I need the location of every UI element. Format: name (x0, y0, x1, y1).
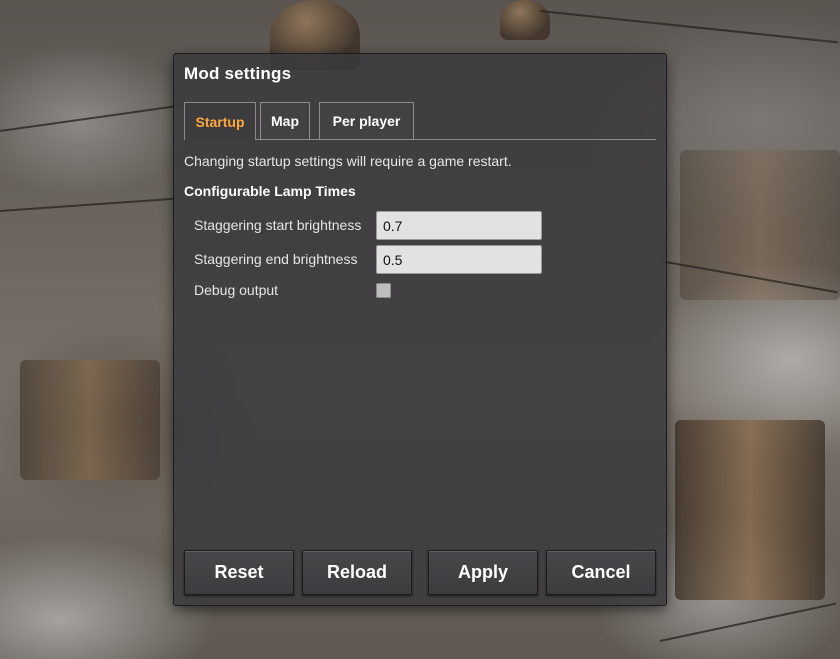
apply-button[interactable]: Apply (428, 550, 538, 595)
section-title: Configurable Lamp Times (184, 183, 356, 199)
tab-startup[interactable]: Startup (184, 102, 256, 140)
tab-per-player[interactable]: Per player (319, 102, 414, 139)
dialog-title: Mod settings (184, 64, 292, 83)
tab-bar: Startup Map Per player (184, 102, 656, 140)
end-brightness-input[interactable] (376, 245, 542, 274)
cancel-button[interactable]: Cancel (546, 550, 656, 595)
end-brightness-label: Staggering end brightness (194, 251, 358, 267)
restart-notice: Changing startup settings will require a… (184, 153, 512, 169)
start-brightness-input[interactable] (376, 211, 542, 240)
reload-button[interactable]: Reload (302, 550, 412, 595)
reset-button[interactable]: Reset (184, 550, 294, 595)
debug-output-checkbox[interactable] (376, 283, 391, 298)
tab-map[interactable]: Map (260, 102, 310, 139)
start-brightness-label: Staggering start brightness (194, 217, 362, 233)
mod-settings-dialog: Mod settings Startup Map Per player Chan… (174, 54, 666, 605)
debug-output-label: Debug output (194, 282, 279, 298)
